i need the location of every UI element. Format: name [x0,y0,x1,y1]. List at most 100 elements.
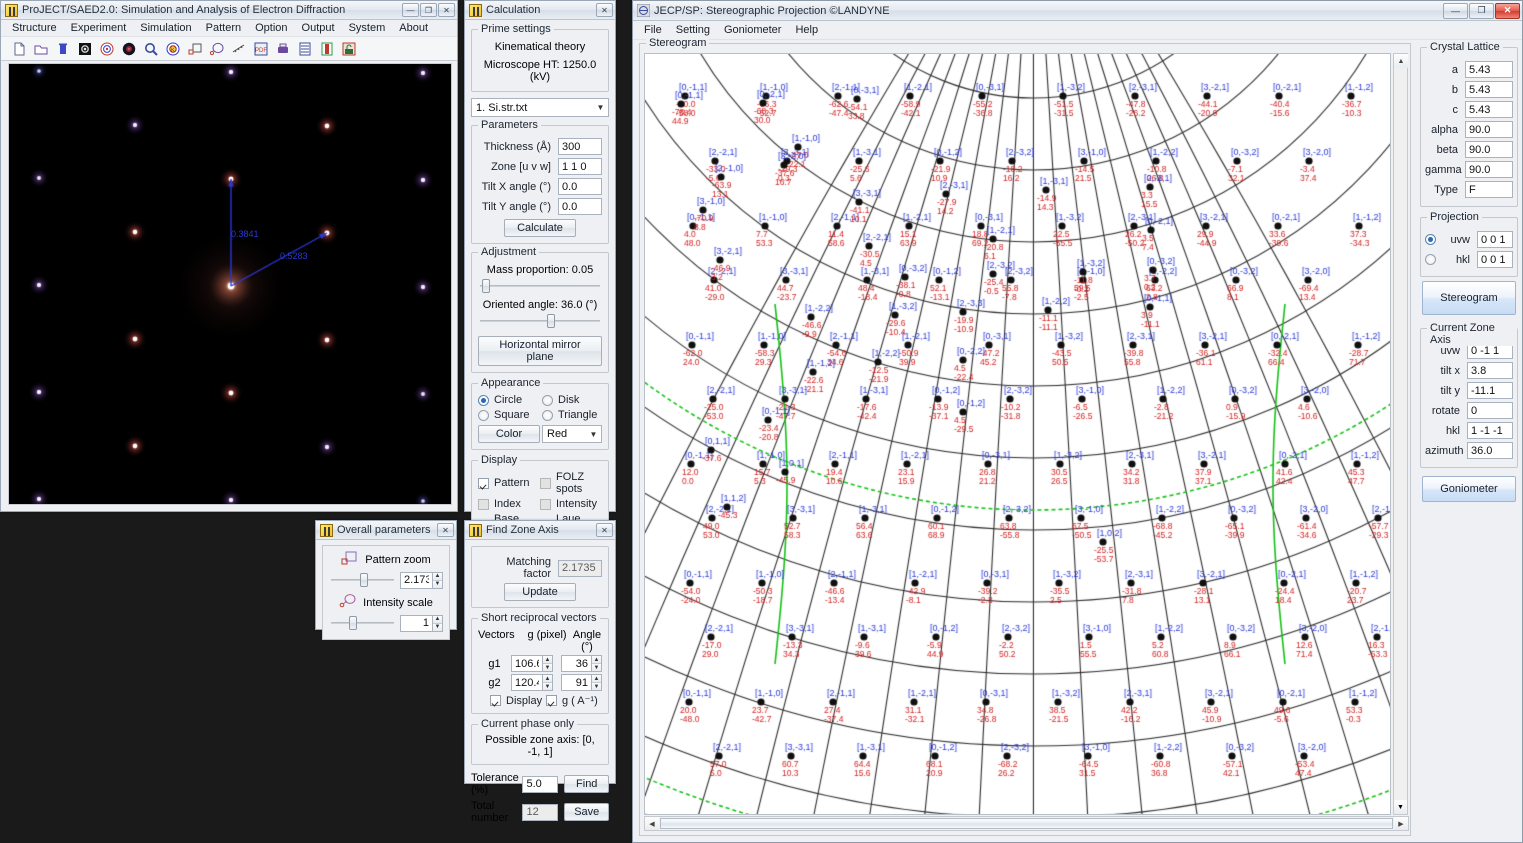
find-button[interactable]: Find [564,775,609,793]
ruler-icon[interactable] [229,39,249,59]
stereo-minimize-button[interactable]: — [1443,2,1468,19]
checkbox-g-unit[interactable]: g ( A⁻¹) [546,694,602,707]
checkbox-pattern[interactable]: Pattern [478,471,540,495]
zone-input-azimuth[interactable] [1467,442,1513,459]
radio-circle[interactable]: Circle [478,394,538,406]
radio-triangle[interactable]: Triangle [542,409,602,421]
menu-simulation[interactable]: Simulation [133,21,198,35]
diffraction-pattern-icon[interactable] [75,39,95,59]
zone-input-hkl[interactable] [1467,422,1513,439]
tilt-y-input[interactable] [558,198,602,215]
update-button[interactable]: Update [504,583,576,601]
scroll-right-arrow[interactable]: ▶ [1394,817,1408,830]
g2-angle-stepper[interactable]: ▲▼ [561,674,602,691]
radio-projection-uvw[interactable] [1425,234,1441,245]
mass-proportion-slider[interactable] [480,279,600,293]
checkbox-display-vectors[interactable]: Display [490,694,546,707]
menu-structure[interactable]: Structure [5,21,64,35]
close-button[interactable]: ✕ [438,3,455,17]
g1-angle-input[interactable] [561,655,591,672]
structure-file-combo[interactable]: 1. Si.str.txt ▼ [471,98,609,117]
kikuchi-map-icon[interactable]: K [163,39,183,59]
checkbox-intensity[interactable]: Intensity [540,498,602,510]
scroll-left-arrow[interactable]: ◀ [645,817,659,830]
stereo-maximize-button[interactable]: ❐ [1469,2,1494,19]
circle-tool-icon[interactable] [207,39,227,59]
open-folder-icon[interactable] [31,39,51,59]
checkbox-index[interactable]: Index [478,498,540,510]
menu-about[interactable]: About [392,21,435,35]
stereo-close-button[interactable]: ✕ [1495,2,1520,19]
calculation-titlebar[interactable]: Calculation ✕ [465,1,615,20]
new-file-icon[interactable] [9,39,29,59]
zone-input[interactable] [558,158,602,175]
maximize-button[interactable]: ❐ [420,3,437,17]
stereo-menu-setting[interactable]: Setting [669,23,717,37]
intensity-scale-slider[interactable] [331,616,394,630]
save-button[interactable]: Save [564,803,609,821]
stereo-titlebar[interactable]: JECP/SP: Stereographic Projection ©LANDY… [633,1,1522,21]
radio-disk[interactable]: Disk [542,394,602,406]
kikuchi-pattern-icon[interactable] [119,39,139,59]
projection-input-uvw[interactable] [1477,231,1513,248]
calculate-button[interactable]: Calculate [504,219,576,237]
pattern-zoom-input[interactable] [400,571,432,589]
lattice-input-b[interactable] [1465,81,1513,98]
zone-input-tilty[interactable] [1467,382,1513,399]
g2-stepper[interactable]: ▲▼ [511,674,553,691]
menu-pattern[interactable]: Pattern [199,21,248,35]
scroll-up-arrow[interactable]: ▲ [1394,54,1408,68]
stereogram-canvas[interactable] [644,53,1391,815]
intensity-profile-icon[interactable] [317,39,337,59]
menu-experiment[interactable]: Experiment [64,21,134,35]
database-icon[interactable] [295,39,315,59]
minimize-button[interactable]: — [402,3,419,17]
g2-angle-input[interactable] [561,674,591,691]
lattice-input-type[interactable] [1465,181,1513,198]
print-icon[interactable] [273,39,293,59]
horizontal-mirror-plane-button[interactable]: Horizontal mirror plane [478,336,602,366]
unlock-icon[interactable] [339,39,359,59]
stereogram-vertical-scrollbar[interactable]: ▲ ▼ [1393,53,1408,815]
lattice-input-c[interactable] [1465,101,1513,118]
oriented-angle-slider[interactable] [480,314,600,328]
saed-titlebar[interactable]: ProJECT/SAED2.0: Simulation and Analysis… [1,1,457,20]
projection-input-hkl[interactable] [1477,251,1513,268]
pattern-zoom-slider[interactable] [331,573,394,587]
reciprocal-lattice-icon[interactable] [185,39,205,59]
checkbox-folz-spots[interactable]: FOLZ spots [540,471,602,495]
color-combo[interactable]: Red ▼ [542,425,602,443]
radio-projection-hkl[interactable] [1425,254,1441,265]
menu-output[interactable]: Output [295,21,342,35]
zoom-icon[interactable] [141,39,161,59]
tilt-x-input[interactable] [558,178,602,195]
overall-close-button[interactable]: ✕ [437,523,454,537]
zone-input-tiltx[interactable] [1467,362,1513,379]
menu-system[interactable]: System [342,21,393,35]
lattice-input-a[interactable] [1465,61,1513,78]
delete-trash-icon[interactable] [53,39,73,59]
find-zone-titlebar[interactable]: Find Zone Axis ✕ [465,521,615,540]
radio-square[interactable]: Square [478,409,538,421]
stereo-menu-goniometer[interactable]: Goniometer [717,23,788,37]
menu-option[interactable]: Option [248,21,294,35]
g2-input[interactable] [511,674,542,691]
stereo-menu-help[interactable]: Help [788,23,825,37]
zone-input-rotate[interactable] [1467,402,1513,419]
intensity-scale-input[interactable] [400,614,432,632]
color-button[interactable]: Color [478,425,540,443]
pdf-export-icon[interactable]: PDF [251,39,271,59]
lattice-input-gamma[interactable] [1465,161,1513,178]
diffraction-pattern-canvas[interactable]: 0.3841 0.5283 [8,63,452,505]
stereogram-button[interactable]: Stereogram [1422,281,1516,315]
g1-input[interactable] [511,655,542,672]
ring-pattern-icon[interactable] [97,39,117,59]
find-zone-close-button[interactable]: ✕ [596,523,613,537]
g1-angle-stepper[interactable]: ▲▼ [561,655,602,672]
lattice-input-alpha[interactable] [1465,121,1513,138]
overall-titlebar[interactable]: Overall parameters ✕ [316,521,456,540]
calculation-close-button[interactable]: ✕ [596,3,613,17]
scroll-down-arrow[interactable]: ▼ [1394,800,1407,814]
pattern-zoom-stepper[interactable]: ▲▼ [400,571,443,589]
stereogram-horizontal-scrollbar[interactable]: ◀ ▶ [644,816,1409,831]
